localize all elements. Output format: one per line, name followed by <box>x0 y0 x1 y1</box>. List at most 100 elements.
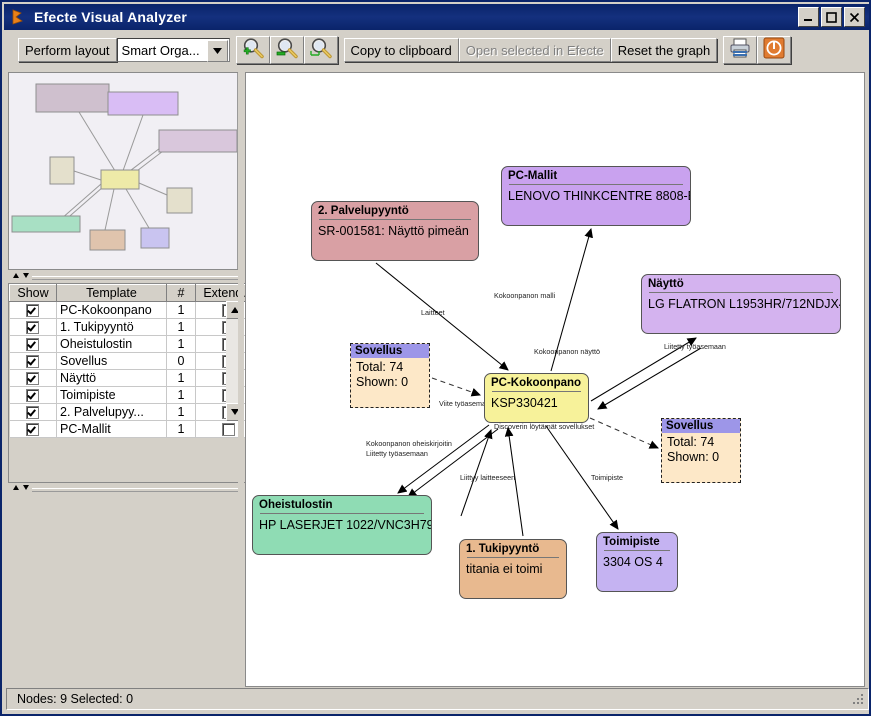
minimize-icon[interactable] <box>798 7 819 27</box>
graph-node-sovellus_right[interactable]: Sovellus Total: 74 Shown: 0 <box>661 418 741 483</box>
table-row[interactable]: Toimipiste 1 <box>9 386 261 404</box>
graph-node-sovellus_left[interactable]: Sovellus Total: 74 Shown: 0 <box>350 343 430 408</box>
row-show-checkbox[interactable] <box>9 403 57 421</box>
row-count: 1 <box>166 403 196 421</box>
cluster-total: Total: 74 <box>667 435 715 449</box>
layout-algorithm-select[interactable]: Smart Orga... <box>116 38 230 62</box>
row-count: 1 <box>166 420 196 438</box>
copy-to-clipboard-button[interactable]: Copy to clipboard <box>343 38 459 62</box>
graph-node-pcmallit[interactable]: PC-Mallit LENOVO THINKCENTRE 8808-E <box>501 166 691 226</box>
cluster-shown: Shown: 0 <box>667 450 720 464</box>
details-pane <box>8 493 246 687</box>
row-template-name: Toimipiste <box>56 386 167 404</box>
cluster-shown: Shown: 0 <box>356 375 409 389</box>
row-show-checkbox[interactable] <box>9 386 57 404</box>
title-bar: Efecte Visual Analyzer <box>4 4 869 30</box>
table-body: PC-Kokoonpano 1 1. Tukipyyntö 1 Oheistulosti… <box>9 301 261 438</box>
graph-canvas[interactable]: Laitteet Kokoonpanon malli Kokoonpanon näy… <box>245 72 865 687</box>
table-row[interactable]: 2. Palvelupyy... 1 <box>9 403 261 421</box>
horizontal-split-divider-bottom[interactable] <box>8 484 246 493</box>
graph-node-pckokoonpano[interactable]: PC-Kokoonpano KSP330421 <box>484 373 589 423</box>
row-show-checkbox[interactable] <box>9 420 57 438</box>
node-title: PC-Kokoonpano <box>491 377 582 389</box>
column-header-count[interactable]: # <box>166 284 196 302</box>
graph-node-toimipiste[interactable]: Toimipiste 3304 OS 4 <box>596 532 678 592</box>
graph-overview-minimap[interactable] <box>8 72 246 270</box>
graph-node-palvelupyynto[interactable]: 2. Palvelupyyntö SR-001581: Näyttö pimeän <box>311 201 479 261</box>
node-title: Näyttö <box>648 278 684 290</box>
template-table-panel: Show Template # Extend... PC-Kokoonpano 1… <box>8 283 261 483</box>
zoom-fit-icon <box>309 37 333 64</box>
chevron-down-icon[interactable] <box>206 40 228 62</box>
table-row[interactable]: Oheistulostin 1 <box>9 335 261 353</box>
table-row[interactable]: Sovellus 0 <box>9 352 261 370</box>
close-icon[interactable] <box>844 7 865 27</box>
column-header-template[interactable]: Template <box>56 284 167 302</box>
application-window: Efecte Visual Analyzer Perform layout Sm… <box>0 0 871 716</box>
reset-graph-label: Reset the graph <box>617 42 711 58</box>
horizontal-split-divider-top[interactable] <box>8 272 246 282</box>
power-icon <box>763 37 785 64</box>
row-template-name: PC-Kokoonpano <box>56 301 167 319</box>
toolbar: Perform layout Smart Orga... Copy to cli… <box>4 32 869 68</box>
cluster-total: Total: 74 <box>356 360 404 374</box>
row-show-checkbox[interactable] <box>9 369 57 387</box>
window-title: Efecte Visual Analyzer <box>34 9 188 25</box>
status-text: Nodes: 9 Selected: 0 <box>17 692 134 706</box>
node-title: Oheistulostin <box>259 499 333 511</box>
zoom-out-button[interactable] <box>269 36 304 64</box>
row-template-name: PC-Mallit <box>56 420 167 438</box>
power-button[interactable] <box>757 36 792 64</box>
zoom-out-icon <box>275 37 299 64</box>
open-selected-button: Open selected in Efecte <box>458 38 611 62</box>
status-bar: Nodes: 9 Selected: 0 <box>6 688 869 710</box>
layout-algorithm-value: Smart Orga... <box>121 42 200 58</box>
row-template-name: 2. Palvelupyy... <box>56 403 167 421</box>
cluster-title: Sovellus <box>351 344 429 358</box>
column-header-show[interactable]: Show <box>9 284 57 302</box>
node-value: LG FLATRON L1953HR/712NDJX4L <box>648 297 840 311</box>
node-title: PC-Mallit <box>508 170 558 182</box>
cluster-counts: Total: 74 Shown: 0 <box>662 433 740 467</box>
node-title: 2. Palvelupyyntö <box>318 205 409 217</box>
node-value: LENOVO THINKCENTRE 8808-E <box>508 189 690 203</box>
table-row[interactable]: Näyttö 1 <box>9 369 261 387</box>
cluster-title: Sovellus <box>662 419 740 433</box>
graph-node-tukipyynto[interactable]: 1. Tukipyyntö titania ei toimi <box>459 539 567 599</box>
row-template-name: Sovellus <box>56 352 167 370</box>
table-row[interactable]: PC-Kokoonpano 1 <box>9 301 261 319</box>
node-value: SR-001581: Näyttö pimeän <box>318 224 469 238</box>
row-show-checkbox[interactable] <box>9 318 57 336</box>
zoom-fit-button[interactable] <box>303 36 338 64</box>
row-count: 1 <box>166 335 196 353</box>
graph-node-layer: 2. Palvelupyyntö SR-001581: Näyttö pimeän… <box>246 73 864 686</box>
perform-layout-button[interactable]: Perform layout <box>18 38 117 62</box>
reset-graph-button[interactable]: Reset the graph <box>610 38 718 62</box>
row-count: 1 <box>166 318 196 336</box>
overview-graph <box>11 83 238 251</box>
table-row[interactable]: PC-Mallit 1 <box>9 420 261 438</box>
node-title: 1. Tukipyyntö <box>466 543 540 555</box>
app-flag-icon <box>8 7 28 27</box>
print-button[interactable] <box>723 36 758 64</box>
row-template-name: Oheistulostin <box>56 335 167 353</box>
table-row[interactable]: 1. Tukipyyntö 1 <box>9 318 261 336</box>
table-header-row: Show Template # Extend... <box>9 284 261 302</box>
maximize-icon[interactable] <box>821 7 842 27</box>
print-icon <box>728 37 752 64</box>
row-count: 1 <box>166 369 196 387</box>
copy-to-clipboard-label: Copy to clipboard <box>350 42 452 58</box>
row-template-name: 1. Tukipyyntö <box>56 318 167 336</box>
row-template-name: Näyttö <box>56 369 167 387</box>
graph-node-oheistulostin[interactable]: Oheistulostin HP LASERJET 1022/VNC3H795 <box>252 495 432 555</box>
vertical-split-divider[interactable] <box>238 72 244 687</box>
row-show-checkbox[interactable] <box>9 352 57 370</box>
node-value: HP LASERJET 1022/VNC3H795 <box>259 518 431 532</box>
resize-grip-icon[interactable] <box>851 692 865 706</box>
row-show-checkbox[interactable] <box>9 301 57 319</box>
zoom-in-button[interactable] <box>235 36 270 64</box>
graph-node-naytto[interactable]: Näyttö LG FLATRON L1953HR/712NDJX4L <box>641 274 841 334</box>
row-count: 1 <box>166 386 196 404</box>
row-show-checkbox[interactable] <box>9 335 57 353</box>
template-table: Show Template # Extend... PC-Kokoonpano 1… <box>9 284 261 438</box>
